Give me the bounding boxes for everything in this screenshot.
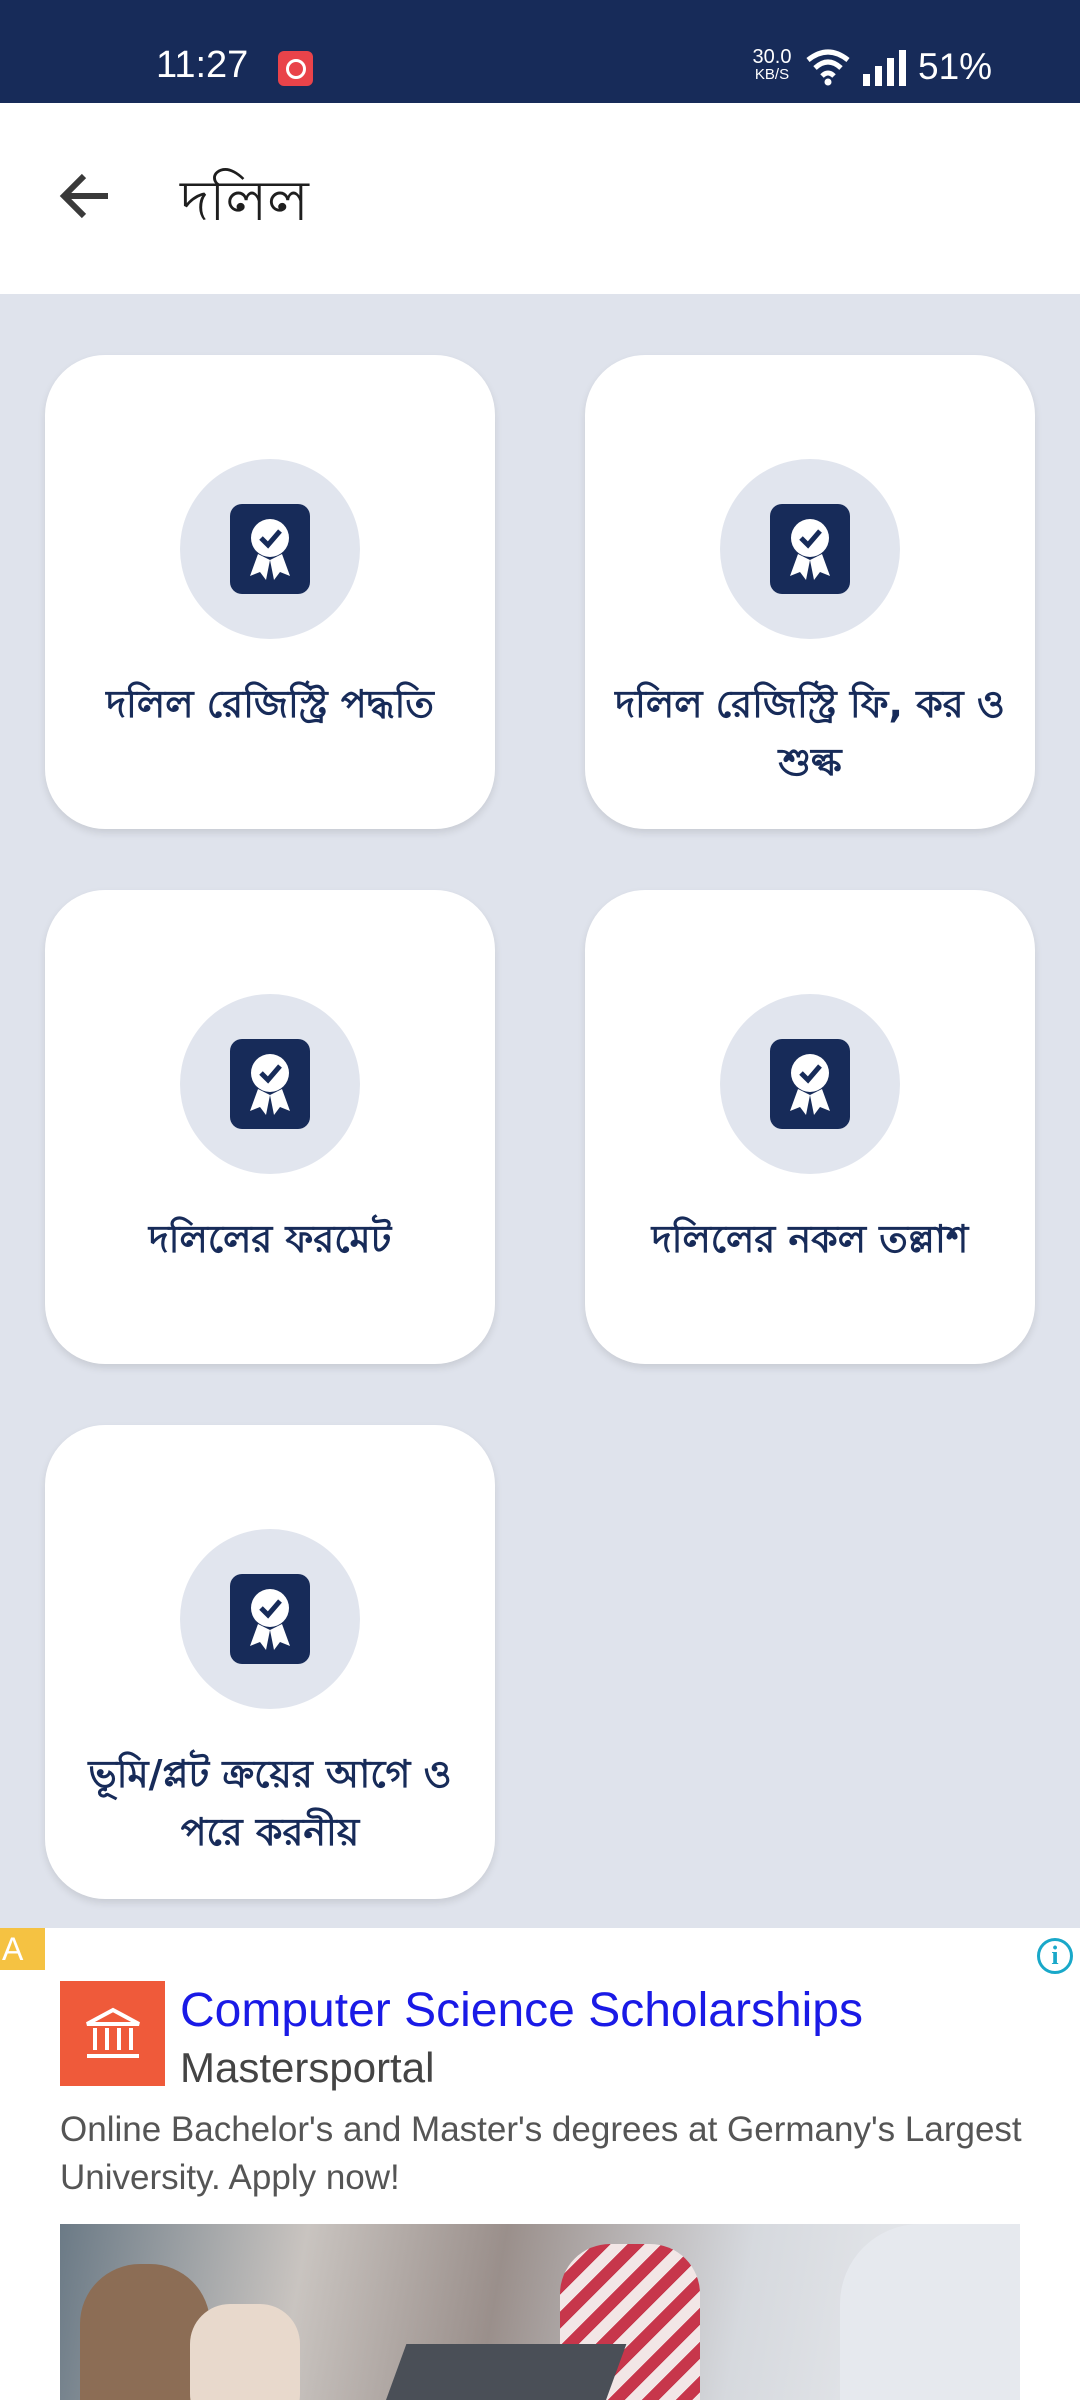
card-icon-circle: [180, 1529, 360, 1709]
card-label: দলিল রেজিস্ট্রি ফি, কর ও শুল্ক: [615, 682, 1005, 784]
card-land-plot-purchase-tasks[interactable]: ভূমি/প্লট ক্রয়ের আগে ও পরে করনীয়: [45, 1425, 495, 1899]
signal-icon: [861, 50, 907, 90]
battery-level: 51%: [918, 46, 993, 87]
certificate-icon: [230, 504, 310, 594]
ad-title-link[interactable]: Computer Science Scholarships: [180, 1983, 863, 2038]
status-time: 11:27: [156, 44, 249, 86]
institution-icon: [60, 1981, 165, 2086]
card-label: দলিলের নকল তল্লাশ: [651, 1217, 969, 1261]
network-speed-value: 30.0: [752, 46, 792, 68]
network-speed-unit: KB/S: [754, 66, 790, 83]
card-icon-circle: [720, 994, 900, 1174]
card-deed-format[interactable]: দলিলের ফরমেট: [45, 890, 495, 1364]
ad-info-icon[interactable]: i: [1037, 1938, 1073, 1974]
certificate-icon: [230, 1574, 310, 1664]
notification-app-icon: [278, 51, 313, 86]
card-label: দলিলের ফরমেট: [148, 1217, 392, 1261]
card-icon-circle: [720, 459, 900, 639]
card-deed-copy-search[interactable]: দলিলের নকল তল্লাশ: [585, 890, 1035, 1364]
ad-badge: A: [0, 1928, 45, 1970]
page-title: দলিল: [180, 169, 309, 234]
card-icon-circle: [180, 459, 360, 639]
network-speed: 30.0 KB/S: [744, 46, 800, 83]
arrow-left-icon: [58, 169, 112, 227]
card-deed-registration-fees[interactable]: দলিল রেজিস্ট্রি ফি, কর ও শুল্ক: [585, 355, 1035, 829]
card-deed-registration-process[interactable]: দলিল রেজিস্ট্রি পদ্ধতি: [45, 355, 495, 829]
app-bar: দলিল: [0, 103, 1080, 294]
card-label: ভূমি/প্লট ক্রয়ের আগে ও পরে করনীয়: [88, 1752, 452, 1854]
ad-description: Online Bachelor's and Master's degrees a…: [60, 2110, 1022, 2197]
card-label: দলিল রেজিস্ট্রি পদ্ধতি: [106, 682, 434, 726]
ad-advertiser: Mastersportal: [180, 2044, 435, 2091]
card-icon-circle: [180, 994, 360, 1174]
ad-image[interactable]: [60, 2224, 1020, 2400]
ad-banner[interactable]: A i Computer Science Scholarships Master…: [0, 1928, 1080, 2400]
certificate-icon: [770, 504, 850, 594]
status-bar: 11:27 30.0 KB/S 51%: [0, 0, 1080, 103]
certificate-icon: [230, 1039, 310, 1129]
back-button[interactable]: [40, 153, 130, 243]
certificate-icon: [770, 1039, 850, 1129]
wifi-icon: [805, 48, 851, 90]
